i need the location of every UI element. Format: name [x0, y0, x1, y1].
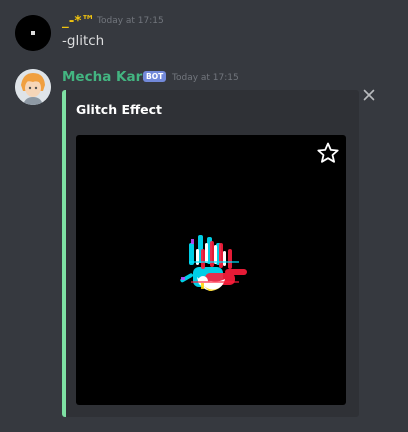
glitched-hand-image[interactable]	[76, 135, 346, 405]
anime-avatar-icon[interactable]	[15, 69, 51, 105]
bot-badge: BOT	[143, 71, 167, 82]
chat-window: _-*™ Today at 17:15 -glitch Mecha Karen …	[0, 0, 408, 432]
dark-avatar-icon[interactable]	[15, 15, 51, 51]
author-name[interactable]: _-*™	[62, 13, 95, 29]
timestamp: Today at 17:15	[172, 73, 239, 83]
embed-card: Glitch Effect	[62, 90, 359, 417]
embed-title: Glitch Effect	[76, 102, 162, 117]
embed-accent-bar	[62, 90, 66, 417]
timestamp: Today at 17:15	[97, 16, 164, 26]
message-content: -glitch	[62, 33, 105, 49]
close-icon[interactable]	[363, 89, 375, 101]
star-icon[interactable]	[316, 141, 340, 165]
